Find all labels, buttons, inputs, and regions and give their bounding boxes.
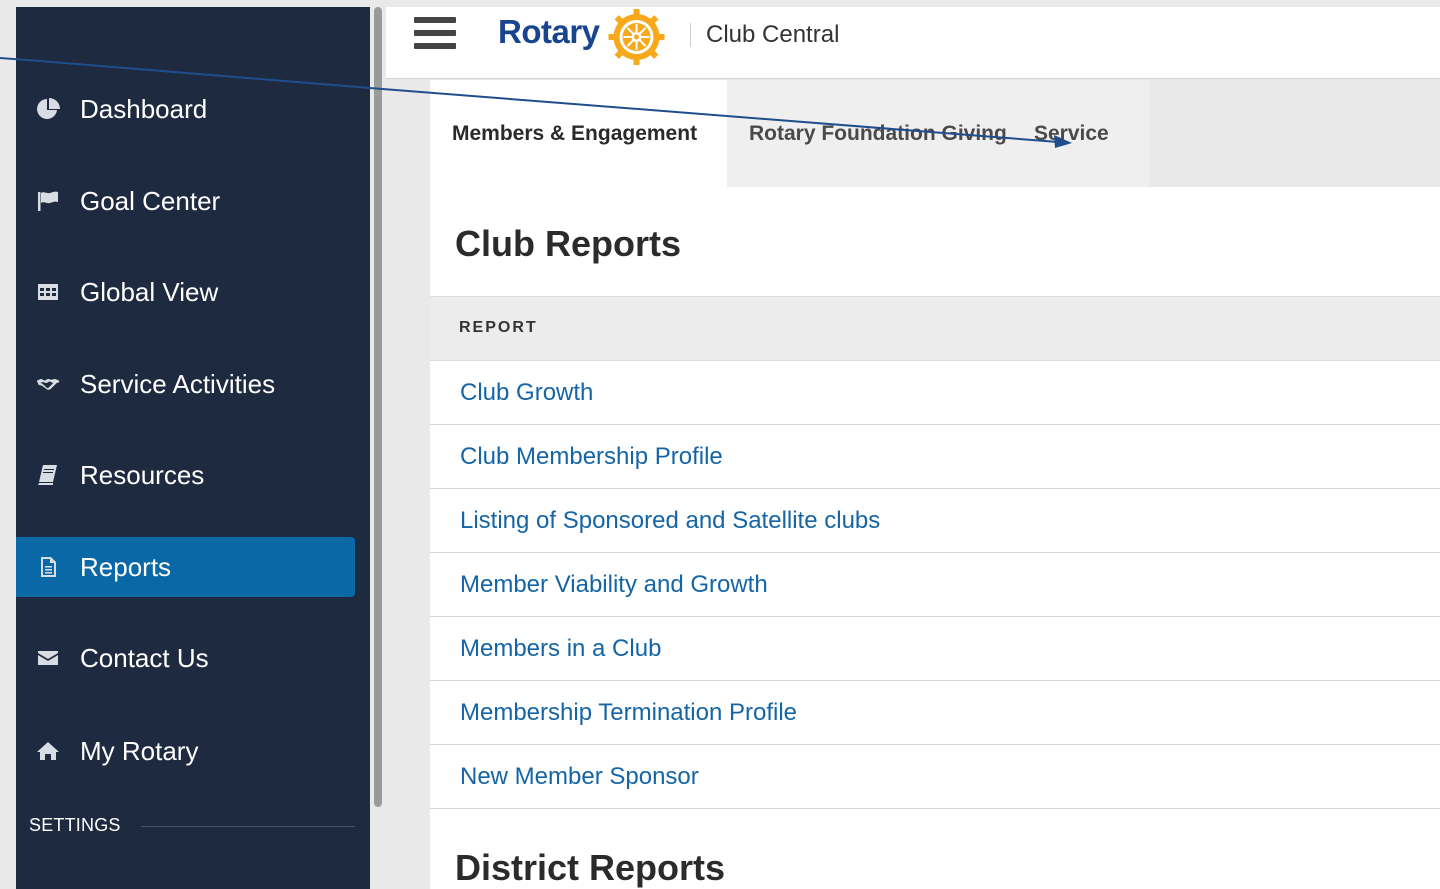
table-row: Listing of Sponsored and Satellite clubs [430,489,1440,553]
envelope-icon [16,646,80,670]
tab-rotary-foundation-giving[interactable]: Rotary Foundation Giving [727,80,1012,187]
report-link-sponsored-satellite-clubs[interactable]: Listing of Sponsored and Satellite clubs [460,507,880,535]
table-header: REPORT [430,296,1440,361]
sidebar-item-label: Goal Center [80,185,221,216]
tab-service[interactable]: Service [1012,80,1149,187]
reports-content: Club Reports REPORT Club Growth Club Mem… [430,187,1440,889]
document-icon [16,555,80,579]
tab-label: Service [1034,121,1109,145]
sidebar-item-label: Resources [80,459,205,490]
sidebar-item-service-activities[interactable]: Service Activities [16,354,355,414]
table-row: New Member Sponsor [430,745,1440,809]
tab-label: Members & Engagement [452,121,698,145]
district-reports-title: District Reports [455,847,726,888]
report-link-new-member-sponsor[interactable]: New Member Sponsor [460,763,699,791]
tab-members-engagement[interactable]: Members & Engagement [430,80,727,187]
sidebar-item-reports[interactable]: Reports [16,537,355,597]
sidebar-item-resources[interactable]: Resources [16,445,355,505]
settings-heading: SETTINGS [29,815,121,835]
hamburger-menu-icon[interactable] [414,17,456,53]
tabs-filler [1149,80,1440,187]
sidebar-item-label: Dashboard [80,93,208,124]
sidebar-item-label: Global View [80,276,219,307]
home-icon [16,739,80,763]
main-panel: Rotary Club Central Members & Engagement… [386,7,1440,889]
app-header: Rotary Club Central [386,7,1440,79]
table-row: Membership Termination Profile [430,681,1440,745]
book-icon [16,463,80,487]
sidebar-item-my-rotary[interactable]: My Rotary [16,721,355,781]
rotary-logo-text[interactable]: Rotary [498,13,600,51]
handshake-icon [16,372,80,396]
table-row: Club Growth [430,361,1440,425]
sidebar: Dashboard Goal Center Global View Servic… [16,7,370,889]
table-row: Club Membership Profile [430,425,1440,489]
header-divider [690,23,691,47]
table-row: Members in a Club [430,617,1440,681]
sidebar-item-goal-center[interactable]: Goal Center [16,171,355,231]
report-column-header: REPORT [459,319,538,336]
sidebar-item-label: My Rotary [80,735,199,766]
report-link-club-membership-profile[interactable]: Club Membership Profile [460,443,723,471]
pie-chart-icon [16,97,80,121]
table-row: Member Viability and Growth [430,553,1440,617]
report-link-membership-termination-profile[interactable]: Membership Termination Profile [460,699,797,727]
report-link-members-in-a-club[interactable]: Members in a Club [460,635,661,663]
sidebar-item-dashboard[interactable]: Dashboard [16,79,355,139]
report-tabs: Members & Engagement Rotary Foundation G… [430,80,1440,187]
report-link-member-viability-growth[interactable]: Member Viability and Growth [460,571,768,599]
club-reports-title: Club Reports [455,223,682,264]
report-link-club-growth[interactable]: Club Growth [460,379,593,407]
sidebar-scrollbar[interactable] [374,7,382,807]
sidebar-item-label: Service Activities [80,368,276,399]
rotary-wheel-icon [608,9,665,65]
grid-table-icon [16,280,80,304]
sidebar-item-label: Reports [80,551,172,582]
sidebar-item-global-view[interactable]: Global View [16,262,355,322]
sidebar-item-contact-us[interactable]: Contact Us [16,628,355,688]
settings-divider [141,826,355,827]
app-title: Club Central [706,21,840,48]
tab-label: Rotary Foundation Giving [749,121,1007,145]
sidebar-item-label: Contact Us [80,642,209,673]
flag-icon [16,189,80,213]
